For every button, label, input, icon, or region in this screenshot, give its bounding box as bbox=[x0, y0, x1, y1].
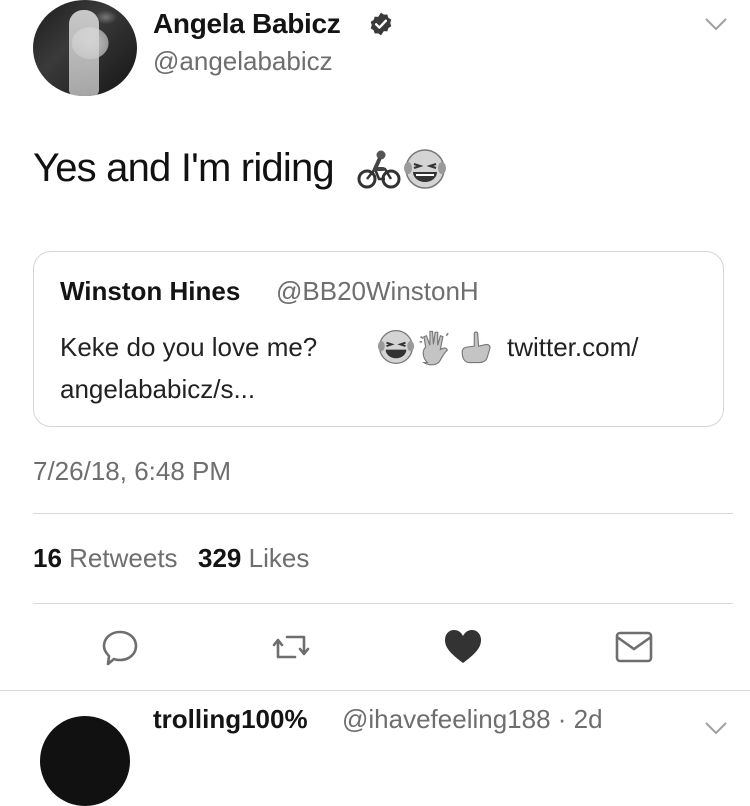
retweets-count[interactable]: 16 bbox=[33, 543, 62, 573]
chevron-down-icon[interactable] bbox=[704, 720, 728, 736]
quoted-author-handle: @BB20WinstonH bbox=[276, 276, 479, 306]
next-author-name[interactable]: trolling100% bbox=[153, 704, 308, 735]
quoted-link[interactable]: twitter.com/ bbox=[507, 332, 638, 363]
tweet-text: Yes and I'm riding bbox=[33, 146, 335, 190]
author-name[interactable]: Angela Babicz bbox=[153, 8, 341, 40]
author-avatar[interactable] bbox=[33, 0, 137, 96]
likes-label[interactable]: Likes bbox=[249, 543, 310, 573]
laughing-tears-emoji-icon bbox=[377, 329, 415, 365]
laughing-tears-emoji-icon bbox=[404, 149, 446, 189]
call-me-hand-emoji-icon bbox=[461, 331, 491, 364]
next-author-handle[interactable]: @ihavefeeling188 · 2d bbox=[342, 704, 603, 735]
message-icon[interactable] bbox=[614, 627, 654, 667]
quoted-link-continued[interactable]: angelababicz/s... bbox=[60, 374, 255, 405]
like-icon[interactable] bbox=[443, 627, 483, 667]
engagement-stats: 16 Retweets 329 Likes bbox=[33, 543, 309, 574]
author-handle[interactable]: @angelababicz bbox=[153, 46, 333, 77]
quoted-author-name: Winston Hines bbox=[60, 276, 241, 306]
quoted-tweet-text: Keke do you love me? bbox=[60, 332, 318, 362]
verified-badge-icon bbox=[370, 12, 392, 36]
chevron-down-icon[interactable] bbox=[704, 16, 728, 32]
tweet-timestamp: 7/26/18, 6:48 PM bbox=[33, 456, 232, 486]
retweet-icon[interactable] bbox=[271, 627, 311, 667]
divider bbox=[0, 690, 750, 691]
likes-count[interactable]: 329 bbox=[198, 543, 241, 573]
retweets-label[interactable]: Retweets bbox=[69, 543, 177, 573]
divider bbox=[33, 513, 733, 514]
tweet-emoji-row bbox=[357, 146, 447, 192]
reply-icon[interactable] bbox=[100, 627, 140, 667]
divider bbox=[33, 603, 733, 604]
cyclist-emoji-icon bbox=[357, 150, 401, 189]
waving-hand-emoji-icon bbox=[419, 330, 449, 366]
quoted-emoji-row bbox=[377, 328, 495, 366]
